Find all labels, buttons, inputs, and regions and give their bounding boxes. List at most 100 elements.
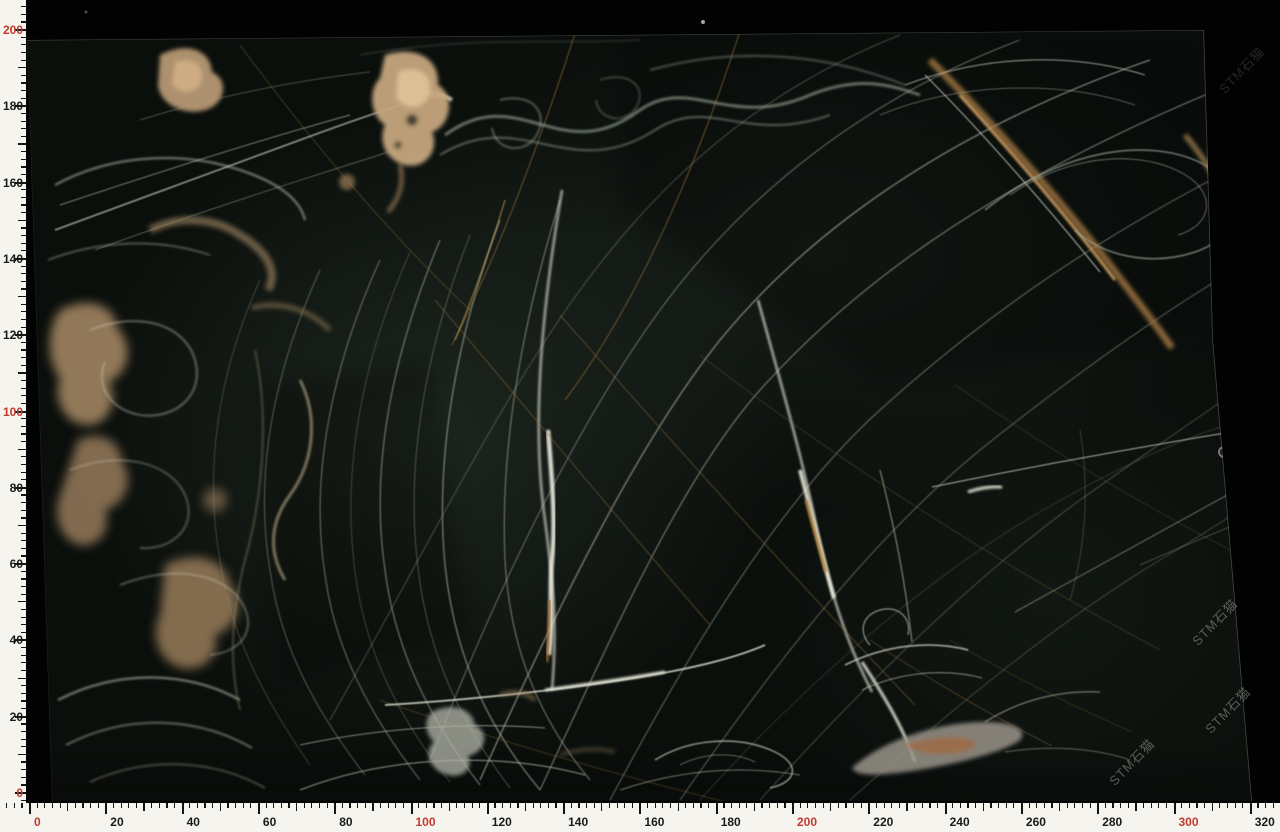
ruler-tick — [21, 769, 26, 770]
ruler-tick — [304, 803, 305, 808]
ruler-tick — [990, 803, 991, 808]
ruler-tick — [388, 803, 389, 808]
ruler-label: 200 — [797, 814, 817, 830]
ruler-tick — [510, 803, 511, 808]
ruler-tick — [1265, 803, 1266, 808]
ruler-tick — [647, 803, 648, 808]
ruler-tick — [21, 273, 26, 274]
ruler-tick — [1067, 803, 1068, 808]
ruler-tick — [449, 803, 450, 811]
ruler-tick — [395, 803, 396, 808]
ruler-tick — [21, 761, 26, 762]
ruler-tick — [922, 803, 923, 808]
ruler-tick — [731, 803, 732, 808]
ruler-tick — [18, 220, 26, 221]
ruler-tick — [18, 143, 26, 144]
ruler-tick — [52, 803, 53, 808]
ruler-tick — [1181, 803, 1182, 808]
ruler-tick — [1021, 803, 1023, 814]
ruler-tick — [1196, 803, 1197, 808]
ruler-tick — [67, 803, 68, 811]
ruler-tick — [266, 803, 267, 808]
ruler-tick — [21, 700, 26, 701]
ruler-tick — [21, 609, 26, 610]
ruler-tick — [884, 803, 885, 808]
ruler-tick — [174, 803, 175, 808]
ruler-tick — [1250, 803, 1252, 814]
ruler-tick — [21, 121, 26, 122]
ruler-tick — [21, 502, 26, 503]
ruler-tick — [655, 803, 656, 808]
ruler-tick — [227, 803, 228, 808]
ruler-tick — [21, 60, 26, 61]
ruler-tick — [975, 803, 976, 808]
ruler-tick — [1120, 803, 1121, 808]
ruler-tick — [21, 75, 26, 76]
ruler-tick — [899, 803, 900, 808]
ruler-label: 100 — [416, 814, 436, 830]
ruler-tick — [204, 803, 205, 808]
ruler-tick — [243, 803, 244, 808]
ruler-tick — [357, 803, 358, 808]
ruler-tick — [823, 803, 824, 808]
ruler-tick — [21, 464, 26, 465]
ruler-tick — [1219, 803, 1220, 808]
ruler-tick — [21, 136, 26, 137]
ruler-label: 280 — [1102, 814, 1122, 830]
ruler-tick — [983, 803, 984, 811]
ruler-tick — [21, 441, 26, 442]
ruler-tick — [1029, 803, 1030, 808]
ruler-tick — [563, 803, 565, 814]
ruler-tick — [761, 803, 762, 808]
ruler-tick — [296, 803, 297, 811]
ruler-tick — [21, 578, 26, 579]
ruler-tick — [601, 803, 602, 811]
ruler-tick — [1257, 803, 1258, 808]
ruler-tick — [998, 803, 999, 808]
ruler-tick — [708, 803, 709, 808]
ruler-tick — [403, 803, 404, 808]
ruler-tick — [281, 803, 282, 808]
ruler-tick — [21, 243, 26, 244]
ruler-tick — [472, 803, 473, 808]
ruler-tick — [1158, 803, 1159, 808]
ruler-tick — [670, 803, 671, 808]
ruler-label: 140 — [568, 814, 588, 830]
ruler-tick — [533, 803, 534, 808]
ruler-tick — [678, 803, 679, 811]
ruler-tick — [777, 803, 778, 808]
ruler-tick — [1013, 803, 1014, 808]
ruler-tick — [21, 655, 26, 656]
ruler-tick — [929, 803, 930, 808]
ruler-tick — [250, 803, 251, 808]
ruler-tick — [21, 349, 26, 350]
ruler-tick — [464, 803, 465, 808]
ruler-tick — [632, 803, 633, 808]
ruler-tick — [418, 803, 419, 808]
ruler-tick — [494, 803, 495, 808]
ruler-tick — [784, 803, 785, 808]
ruler-tick — [37, 803, 38, 808]
ruler-tick — [21, 548, 26, 549]
ruler-tick — [21, 311, 26, 312]
ruler-tick — [769, 803, 770, 808]
ruler-label: 80 — [339, 814, 352, 830]
ruler-tick — [1143, 803, 1144, 808]
ruler-tick — [693, 803, 694, 808]
ruler-tick — [21, 204, 26, 205]
ruler-tick — [21, 14, 26, 15]
ruler-tick — [365, 803, 366, 808]
ruler-tick — [800, 803, 801, 808]
ruler-tick — [21, 517, 26, 518]
ruler-tick — [82, 803, 83, 808]
ruler-tick — [517, 803, 518, 808]
ruler-tick — [411, 803, 413, 814]
ruler-tick — [945, 803, 947, 814]
ruler-tick — [21, 52, 26, 53]
ruler-tick — [861, 803, 862, 808]
ruler-tick — [21, 456, 26, 457]
ruler-tick — [502, 803, 503, 808]
ruler-label: 160 — [644, 814, 664, 830]
ruler-tick — [288, 803, 289, 808]
ruler-tick — [21, 746, 26, 747]
